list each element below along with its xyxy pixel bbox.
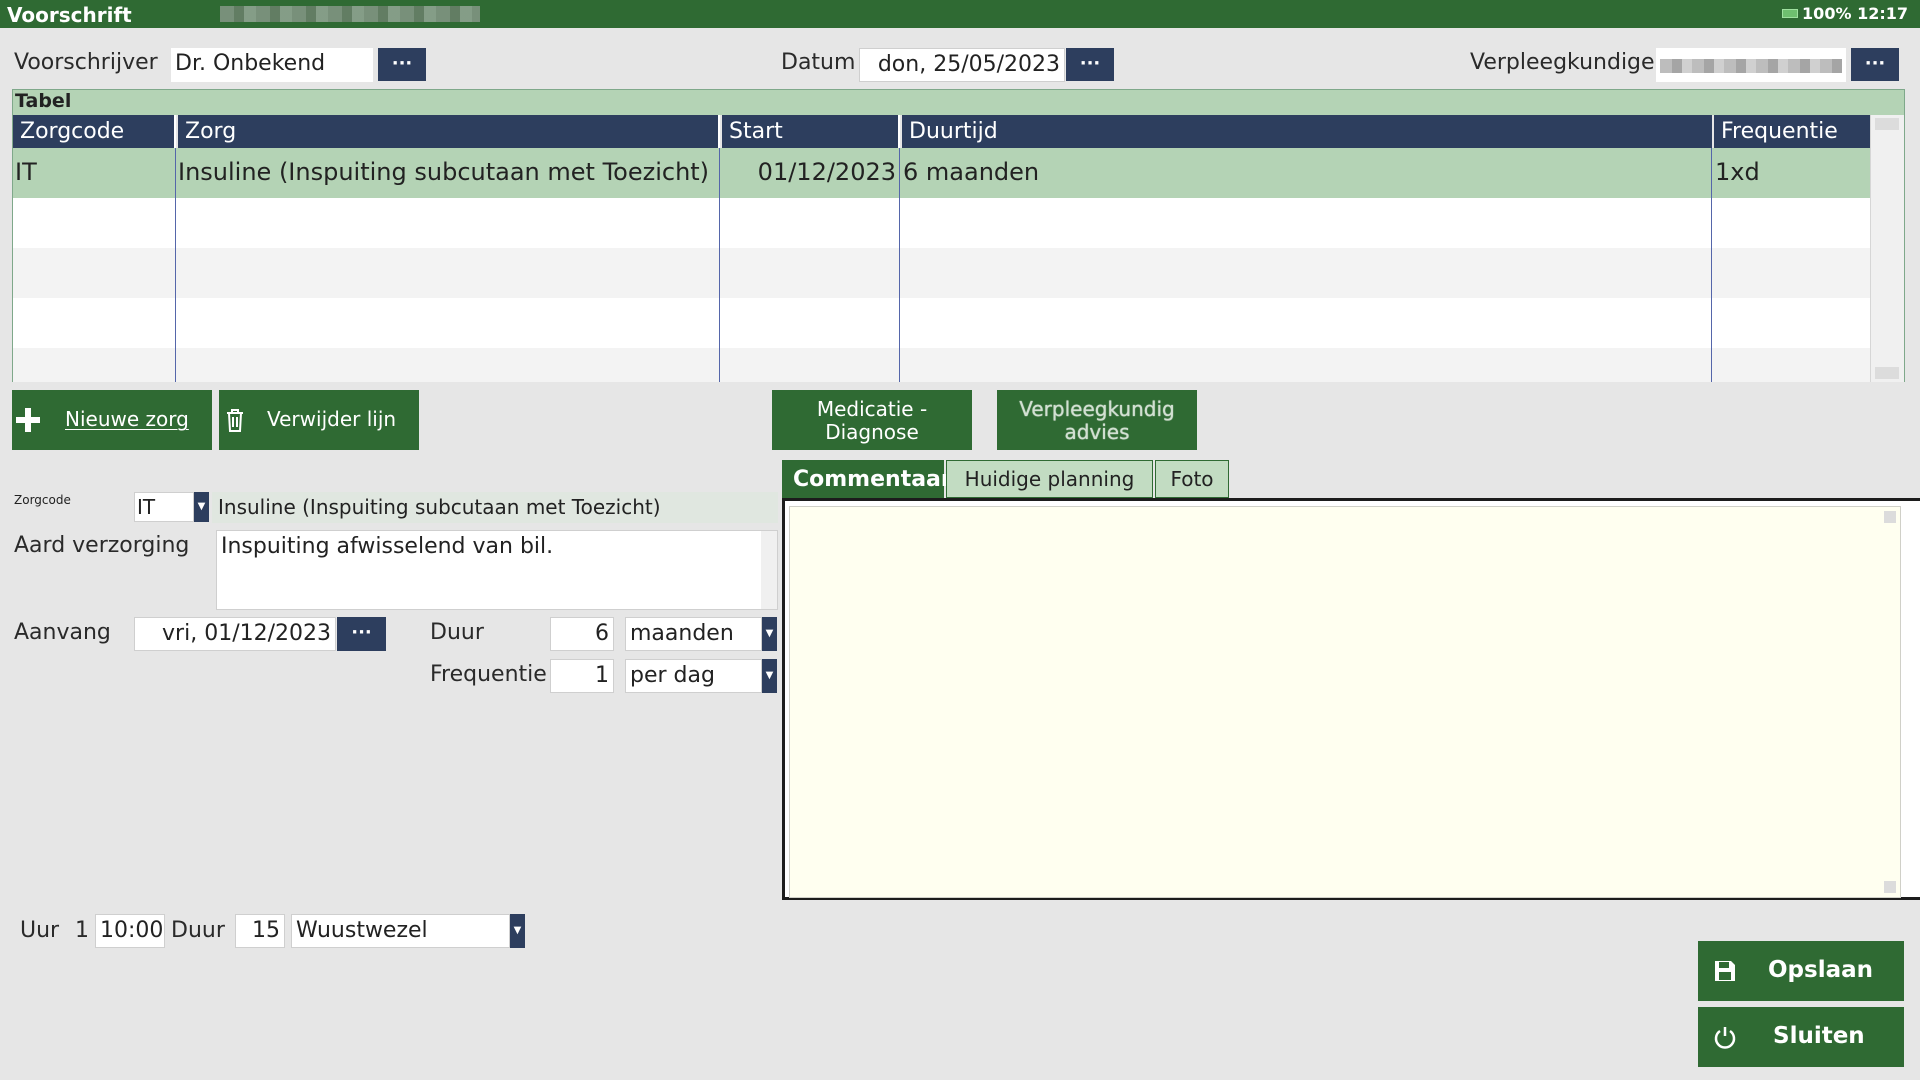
voorschrijver-label: Voorschrijver (14, 50, 158, 75)
verpleegkundige-field[interactable] (1656, 48, 1846, 82)
frequentie-unit-select[interactable]: per dag (625, 659, 762, 693)
duur-input[interactable]: 6 (550, 617, 614, 651)
verpleegkundig-label-line1: Verpleegkundig (1019, 397, 1175, 421)
column-header-zorg[interactable]: Zorg (176, 115, 718, 148)
voorschrijver-picker-button[interactable]: ··· (378, 48, 426, 81)
duur-unit-dropdown-arrow[interactable]: ▼ (762, 617, 777, 651)
duur-label: Duur (430, 620, 484, 645)
table-caption: Tabel (13, 90, 1904, 115)
aard-verzorging-textarea[interactable]: Inspuiting afwisselend van bil. (216, 530, 778, 610)
uur-input[interactable]: 10:00 (95, 914, 165, 948)
cell-zorgcode: IT (15, 158, 37, 186)
column-divider (1711, 148, 1712, 382)
nieuwe-zorg-button[interactable]: Nieuwe zorg (12, 390, 212, 450)
verwijder-lijn-button[interactable]: Verwijder lijn (219, 390, 419, 450)
table-row-empty[interactable] (13, 198, 1870, 248)
zorgcode-select[interactable]: IT (134, 492, 194, 522)
verpleegkundig-advies-button[interactable]: Verpleegkundig advies (997, 390, 1197, 450)
table-row-empty[interactable] (13, 248, 1870, 298)
zorgcode-dropdown-arrow[interactable]: ▼ (194, 492, 209, 522)
cell-zorg: Insuline (Inspuiting subcutaan met Toezi… (178, 158, 710, 186)
trash-icon (227, 409, 243, 432)
aanvang-field[interactable]: vri, 01/12/2023 (134, 617, 336, 651)
opslaan-button[interactable]: Opslaan (1698, 941, 1904, 1001)
medicatie-label-line1: Medicatie - (816, 397, 928, 421)
frequentie-label: Frequentie (430, 662, 547, 687)
locatie-dropdown-arrow[interactable]: ▼ (510, 914, 525, 948)
medicatie-label-line2: Diagnose (825, 420, 919, 444)
cell-frequentie: 1xd (1715, 158, 1760, 186)
aanvang-label: Aanvang (14, 620, 111, 645)
window-title: Voorschrift (7, 3, 132, 27)
opslaan-label: Opslaan (1768, 957, 1874, 983)
power-icon (1714, 1027, 1736, 1049)
commentaar-textarea[interactable] (789, 506, 1901, 898)
tab-commentaar[interactable]: Commentaar (782, 460, 952, 498)
title-bar: Voorschrift 100% 12:17 (0, 0, 1920, 28)
planning-duur-input[interactable]: 15 (235, 914, 285, 948)
floppy-disk-icon (1715, 961, 1735, 981)
column-divider (719, 148, 720, 382)
column-header-zorgcode[interactable]: Zorgcode (13, 115, 174, 148)
battery-level: 100% (1802, 4, 1852, 23)
comment-scroll-down[interactable] (1884, 881, 1896, 893)
zorgcode-label: Zorgcode (14, 493, 71, 507)
cell-duurtijd: 6 maanden (903, 158, 1040, 186)
nieuwe-zorg-label: Nieuwe zorg (65, 407, 189, 431)
aard-verzorging-label: Aard verzorging (14, 533, 190, 558)
clock: 12:17 (1857, 4, 1908, 23)
datum-picker-button[interactable]: ··· (1066, 48, 1114, 81)
verwijder-lijn-label: Verwijder lijn (267, 407, 397, 431)
aard-verzorging-scrollbar[interactable] (761, 531, 777, 609)
datum-field[interactable]: don, 25/05/2023 (859, 48, 1065, 82)
verpleegkundig-label-line2: advies (1064, 420, 1130, 444)
medicatie-diagnose-button[interactable]: Medicatie - Diagnose (772, 390, 972, 450)
tab-huidige-planning[interactable]: Huidige planning (946, 460, 1153, 498)
uur-index: 1 (75, 918, 89, 943)
commentaar-panel (782, 498, 1920, 900)
planning-duur-label: Duur (171, 918, 225, 943)
duur-unit-select[interactable]: maanden (625, 617, 762, 651)
sluiten-label: Sluiten (1773, 1023, 1865, 1049)
verpleegkundige-label: Verpleegkundige (1470, 50, 1655, 75)
cell-start: 01/12/2023 (757, 158, 896, 186)
column-divider (175, 148, 176, 382)
uur-label: Uur (20, 918, 60, 943)
column-divider (899, 148, 900, 382)
voorschrijver-field[interactable]: Dr. Onbekend (171, 48, 373, 82)
plus-icon (16, 408, 40, 432)
status-area: 100% 12:17 (1782, 4, 1908, 23)
sluiten-button[interactable]: Sluiten (1698, 1007, 1904, 1067)
aanvang-picker-button[interactable]: ··· (337, 617, 386, 651)
comment-scroll-up[interactable] (1884, 511, 1896, 523)
blurred-title-info (220, 6, 480, 22)
verpleegkundige-picker-button[interactable]: ··· (1851, 48, 1899, 81)
tab-foto[interactable]: Foto (1155, 460, 1229, 498)
table-scrollbar[interactable] (1870, 115, 1904, 382)
scroll-down-arrow[interactable] (1875, 367, 1899, 379)
care-table: Tabel Zorgcode Zorg Start Duurtijd Frequ… (12, 89, 1905, 382)
table-row-empty[interactable] (13, 348, 1870, 382)
frequentie-input[interactable]: 1 (550, 659, 614, 693)
scroll-up-arrow[interactable] (1875, 118, 1899, 130)
zorg-description: Insuline (Inspuiting subcutaan met Toezi… (212, 492, 778, 523)
column-header-frequentie[interactable]: Frequentie (1712, 115, 1870, 148)
frequentie-unit-dropdown-arrow[interactable]: ▼ (762, 659, 777, 693)
datum-label: Datum (781, 50, 856, 75)
table-row[interactable]: IT Insuline (Inspuiting subcutaan met To… (13, 148, 1870, 198)
battery-icon (1782, 9, 1799, 18)
locatie-select[interactable]: Wuustwezel (291, 914, 510, 948)
table-row-empty[interactable] (13, 298, 1870, 348)
blurred-nurse-name (1660, 59, 1842, 73)
column-header-duurtijd[interactable]: Duurtijd (900, 115, 1712, 148)
column-header-start[interactable]: Start (720, 115, 898, 148)
